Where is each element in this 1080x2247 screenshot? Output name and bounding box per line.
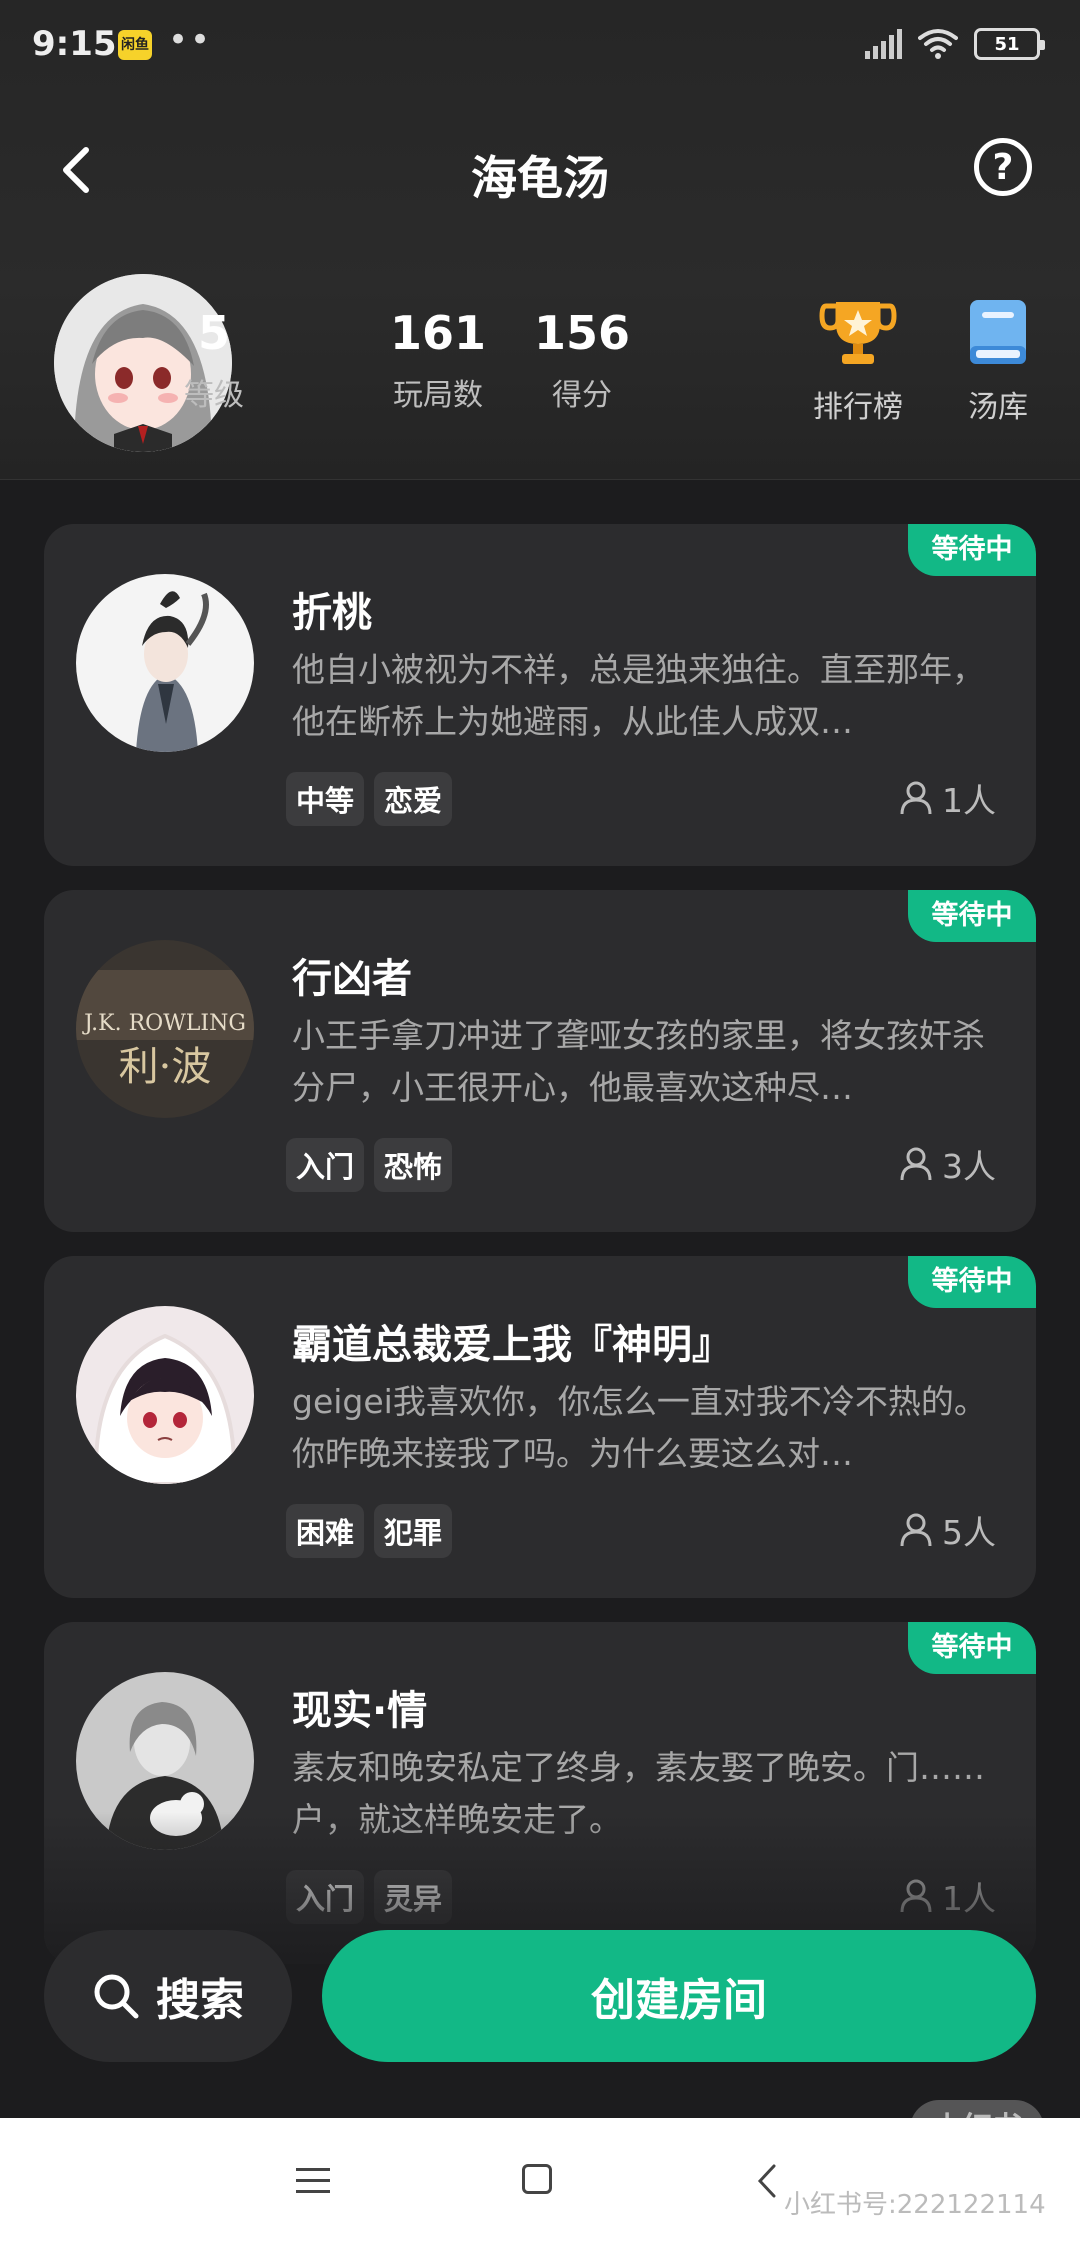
create-room-button[interactable]: 创建房间	[322, 1930, 1036, 2062]
person-icon	[900, 781, 932, 815]
trophy-icon	[819, 302, 897, 364]
soup-library-button[interactable]: 汤库	[928, 298, 1068, 426]
status-bar: 9:15 闲鱼 •• 51	[0, 0, 1080, 90]
player-count: 3人	[898, 1140, 996, 1188]
difficulty-tag: 入门	[286, 1138, 365, 1192]
player-count: 1人	[898, 1872, 996, 1920]
page-title: 海龟汤	[471, 151, 609, 205]
status-badge: 等待中	[908, 1622, 1036, 1674]
stat-label: 得分	[552, 378, 612, 413]
home-icon[interactable]	[522, 2164, 552, 2194]
room-card[interactable]: 等待中 现实·情 素友和晚安私定了终身，素友娶了晚安。门……户，就这样晚安走了。…	[44, 1622, 1036, 1964]
room-cover-image	[76, 1672, 254, 1850]
search-label: 搜索	[156, 1975, 244, 2026]
room-title: 霸道总裁爱上我『神明』	[292, 1322, 732, 1368]
shortcut-label: 汤库	[968, 390, 1028, 425]
cover-title-text: 利·波	[119, 1044, 212, 1090]
cover-author-text: J.K. ROWLING	[82, 1011, 246, 1036]
player-count: 1人	[898, 774, 996, 822]
book-icon	[970, 300, 1026, 364]
player-count-label: 5人	[942, 1513, 996, 1552]
room-card[interactable]: 等待中 折桃 他自小被视为不祥，总是独来独往。直至那年，他在断桥上为她避雨，从此…	[44, 524, 1036, 866]
battery-icon: 51	[974, 28, 1045, 60]
status-badge: 等待中	[908, 890, 1036, 942]
status-badge: 等待中	[908, 1256, 1036, 1308]
status-badge: 等待中	[908, 524, 1036, 576]
app-header: 海龟汤 ?	[0, 120, 1080, 220]
more-notifications-indicator: ••	[168, 20, 213, 60]
stat-value: 5	[197, 306, 230, 360]
wifi-icon	[918, 29, 958, 59]
genre-tag: 恋爱	[374, 772, 453, 826]
player-count: 5人	[898, 1506, 996, 1554]
watermark-id: 小红书号:222122114	[784, 2190, 1046, 2220]
room-description: geigei我喜欢你，你怎么一直对我不冷不热的。你昨晚来接我了吗。为什么要这么对…	[292, 1382, 987, 1473]
stat-level: 5 等级	[134, 306, 294, 414]
signal-icon	[865, 29, 902, 59]
room-title: 行凶者	[292, 956, 412, 1002]
genre-tag: 灵异	[374, 1870, 453, 1924]
room-cover-image	[76, 1306, 254, 1484]
room-description: 他自小被视为不祥，总是独来独往。直至那年，他在断桥上为她避雨，从此佳人成双…	[292, 650, 985, 741]
stat-value: 156	[533, 306, 631, 360]
player-count-label: 1人	[942, 1879, 996, 1918]
room-title: 折桃	[292, 590, 372, 636]
stat-label: 等级	[184, 378, 244, 413]
difficulty-tag: 困难	[286, 1504, 365, 1558]
room-title: 现实·情	[292, 1688, 428, 1734]
room-description: 素友和晚安私定了终身，素友娶了晚安。门……户，就这样晚安走了。	[292, 1748, 985, 1839]
battery-level: 51	[994, 33, 1020, 55]
genre-tag: 恐怖	[374, 1138, 453, 1192]
stat-score: 156 得分	[502, 306, 662, 414]
watermark-logo: 小红书	[910, 2100, 1044, 2158]
room-card[interactable]: 等待中 霸道总裁爱上我『神明』 geigei我喜欢你，你怎么一直对我不冷不热的。…	[44, 1256, 1036, 1598]
shortcut-label: 排行榜	[813, 390, 903, 425]
genre-tag: 犯罪	[374, 1504, 453, 1558]
person-icon	[900, 1147, 932, 1181]
stat-label: 玩局数	[393, 378, 483, 413]
app-notification-icon: 闲鱼	[118, 30, 152, 60]
status-time: 9:15	[32, 24, 117, 64]
create-room-label: 创建房间	[591, 1975, 767, 2026]
difficulty-tag: 中等	[286, 772, 365, 826]
system-back-icon[interactable]	[752, 2162, 782, 2200]
recent-apps-icon[interactable]	[296, 2166, 330, 2196]
profile-summary: 5 等级 161 玩局数 156 得分 排行榜 汤库	[0, 270, 1080, 460]
player-count-label: 1人	[942, 781, 996, 820]
room-card[interactable]: 等待中 J.K. ROWLING 利·波 行凶者 小王手拿刀冲进了聋哑女孩的家里…	[44, 890, 1036, 1232]
question-mark-icon: ?	[992, 146, 1014, 188]
help-button[interactable]: ?	[974, 138, 1032, 196]
difficulty-tag: 入门	[286, 1870, 365, 1924]
room-cover-image	[76, 574, 254, 752]
leaderboard-button[interactable]: 排行榜	[788, 298, 928, 426]
stat-games-played: 161 玩局数	[358, 306, 518, 414]
room-description: 小王手拿刀冲进了聋哑女孩的家里，将女孩奸杀分尸，小王很开心，他最喜欢这种尽…	[292, 1016, 985, 1107]
search-icon	[94, 1974, 139, 2019]
search-button[interactable]: 搜索	[44, 1930, 292, 2062]
person-icon	[900, 1513, 932, 1547]
person-icon	[900, 1879, 932, 1913]
player-count-label: 3人	[942, 1147, 996, 1186]
room-cover-image: J.K. ROWLING 利·波	[76, 940, 254, 1118]
stat-value: 161	[389, 306, 487, 360]
